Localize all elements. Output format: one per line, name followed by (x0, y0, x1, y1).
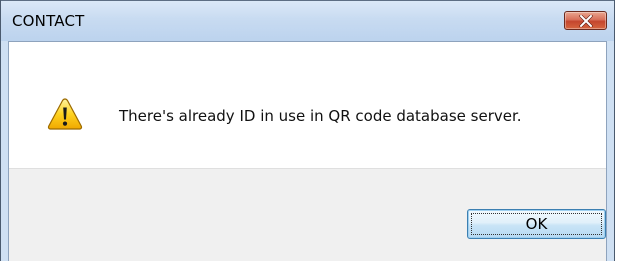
ok-button-label: OK (525, 215, 548, 233)
ok-button[interactable]: OK (467, 209, 606, 239)
message-area: There's already ID in use in QR code dat… (9, 42, 606, 168)
title-bar[interactable]: CONTACT (1, 0, 614, 41)
close-icon (578, 14, 593, 27)
close-button[interactable] (564, 11, 607, 30)
dialog-message: There's already ID in use in QR code dat… (119, 107, 522, 125)
dialog-window: CONTACT There's already ID in use in QR … (0, 0, 615, 261)
button-bar: OK (9, 168, 606, 261)
warning-icon (47, 98, 83, 130)
dialog-body: There's already ID in use in QR code dat… (8, 41, 607, 261)
dialog-title: CONTACT (12, 12, 85, 30)
